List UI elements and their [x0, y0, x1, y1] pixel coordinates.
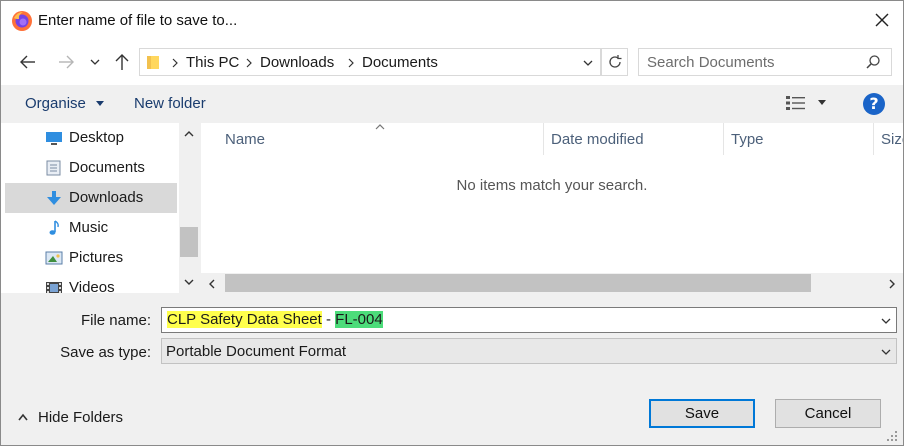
nav-scrollbar[interactable]: [179, 123, 199, 293]
nav-item-label: Pictures: [69, 249, 124, 266]
folder-icon: [147, 56, 159, 69]
chevron-right-icon: [246, 58, 252, 68]
save-as-type-value: Portable Document Format: [166, 343, 347, 360]
file-list-horizontal-scrollbar[interactable]: [201, 273, 903, 293]
pictures-icon: [45, 251, 63, 265]
chevron-down-icon[interactable]: [582, 58, 594, 68]
cancel-button[interactable]: Cancel: [775, 399, 881, 428]
search-box[interactable]: [638, 48, 892, 76]
new-folder-button[interactable]: New folder: [134, 95, 206, 112]
command-bar: Organise New folder ?: [1, 85, 903, 123]
window-title: Enter name of file to save to...: [38, 12, 238, 29]
file-name-label: File name:: [80, 312, 151, 329]
empty-state-message: No items match your search.: [456, 177, 648, 194]
nav-item-label: Documents: [69, 159, 145, 176]
file-name-value[interactable]: CLP Safety Data Sheet - FL-004: [167, 311, 383, 328]
forward-arrow-icon[interactable]: [55, 51, 77, 73]
file-name-field[interactable]: CLP Safety Data Sheet - FL-004: [161, 307, 897, 333]
nav-item-label: Desktop: [69, 129, 125, 146]
save-dialog: Enter name of file to save to... This PC…: [0, 0, 904, 446]
column-header-size[interactable]: Size: [873, 123, 903, 155]
nav-item-label: Music: [69, 219, 109, 236]
column-header-date-modified[interactable]: Date modified: [543, 123, 723, 155]
save-button[interactable]: Save: [649, 399, 755, 428]
scroll-left-icon[interactable]: [207, 278, 217, 290]
address-bar[interactable]: This PC Downloads Documents: [139, 48, 601, 76]
chevron-down-icon[interactable]: [880, 317, 892, 325]
nav-item-downloads[interactable]: Downloads: [5, 183, 177, 213]
back-arrow-icon[interactable]: [17, 51, 39, 73]
title-bar: Enter name of file to save to...: [1, 1, 903, 41]
file-name-highlight-title: CLP Safety Data Sheet: [167, 311, 322, 328]
organise-label: Organise: [25, 95, 86, 112]
hide-folders-label: Hide Folders: [38, 409, 124, 426]
videos-icon: [46, 282, 62, 293]
caret-down-icon: [96, 101, 105, 107]
nav-item-videos[interactable]: Videos: [5, 273, 177, 293]
search-input[interactable]: [647, 53, 857, 71]
navigation-pane: Desktop Documents Downloads Music Pictur…: [1, 123, 199, 293]
address-row: This PC Downloads Documents: [1, 41, 903, 85]
desktop-icon: [46, 132, 62, 145]
file-name-separator: -: [321, 311, 336, 328]
breadcrumb-this-pc[interactable]: This PC: [186, 54, 239, 71]
refresh-icon: [609, 55, 622, 68]
organise-button[interactable]: Organise: [25, 95, 105, 112]
documents-icon: [46, 160, 61, 176]
search-icon[interactable]: [865, 54, 881, 70]
music-icon: [49, 220, 59, 235]
recent-locations-chevron-icon[interactable]: [87, 51, 103, 73]
horizontal-scrollbar-thumb[interactable]: [225, 274, 811, 292]
save-as-type-select[interactable]: Portable Document Format: [161, 338, 897, 364]
firefox-icon: [12, 11, 32, 31]
scroll-right-icon[interactable]: [887, 278, 897, 290]
chevron-down-icon: [881, 349, 891, 355]
chevron-right-icon: [348, 58, 354, 68]
nav-item-label: Videos: [69, 279, 115, 293]
help-icon[interactable]: ?: [863, 93, 885, 115]
downloads-icon: [47, 191, 61, 205]
column-header-name[interactable]: Name: [217, 123, 543, 155]
save-as-type-label: Save as type:: [60, 344, 151, 361]
nav-item-documents[interactable]: Documents: [5, 153, 177, 183]
change-view-icon[interactable]: [785, 95, 807, 111]
breadcrumb-downloads[interactable]: Downloads: [260, 54, 334, 71]
nav-scrollbar-thumb[interactable]: [180, 227, 198, 257]
nav-item-label: Downloads: [69, 189, 144, 206]
column-header-type[interactable]: Type: [723, 123, 873, 155]
view-options-caret-icon[interactable]: [817, 99, 827, 107]
file-name-highlight-code: FL-004: [335, 311, 383, 328]
file-list: Name Date modified Type Size No items ma…: [201, 123, 903, 293]
hide-folders-button[interactable]: Hide Folders: [15, 408, 135, 430]
refresh-button[interactable]: [601, 48, 628, 76]
nav-item-pictures[interactable]: Pictures: [5, 243, 177, 273]
up-arrow-icon[interactable]: [111, 51, 133, 73]
scroll-up-icon[interactable]: [183, 129, 195, 139]
nav-item-music[interactable]: Music: [5, 213, 177, 243]
close-icon[interactable]: [871, 9, 893, 31]
scroll-down-icon[interactable]: [183, 277, 195, 287]
chevron-right-icon: [172, 58, 178, 68]
resize-grip-icon[interactable]: [885, 429, 899, 443]
chevron-up-icon: [18, 413, 28, 421]
breadcrumb-documents[interactable]: Documents: [362, 54, 438, 71]
nav-item-desktop[interactable]: Desktop: [5, 123, 177, 153]
